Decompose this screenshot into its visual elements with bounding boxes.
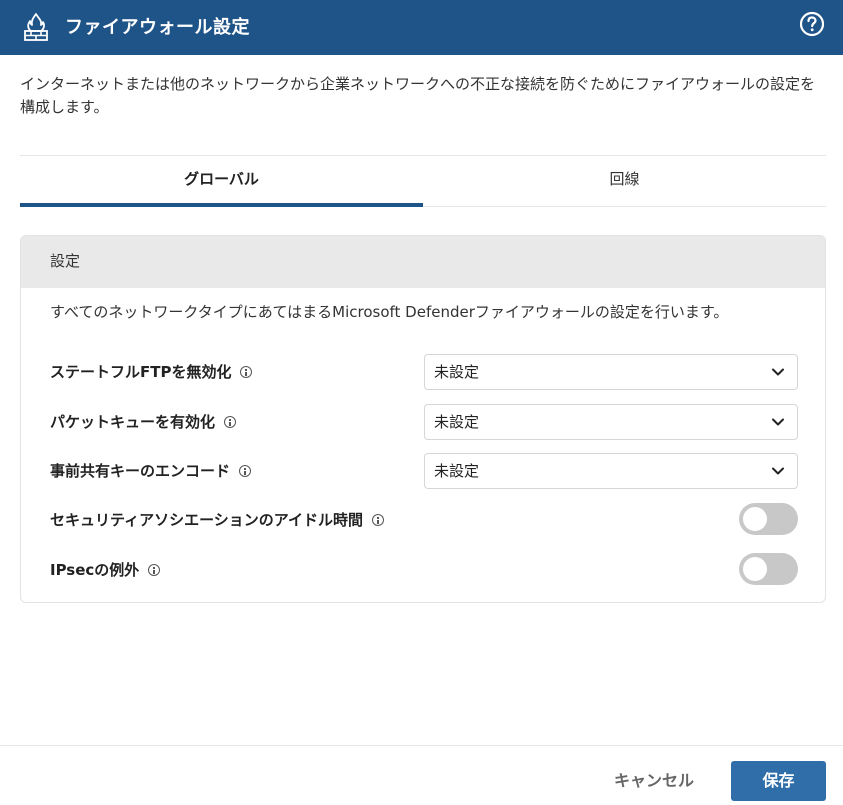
settings-card: 設定 すべてのネットワークタイプにあてはまるMicrosoft Defender… <box>20 235 826 603</box>
tab-global[interactable]: グローバル <box>20 156 423 207</box>
setting-row-ipsec-exceptions: IPsecの例外 <box>21 552 825 588</box>
dialog-title: ファイアウォール設定 <box>65 17 250 38</box>
firewall-icon <box>24 13 48 41</box>
card-title: 設定 <box>21 236 825 288</box>
info-icon[interactable] <box>224 416 237 428</box>
help-icon[interactable] <box>799 11 825 37</box>
setting-label: セキュリティアソシエーションのアイドル時間 <box>50 511 364 529</box>
cancel-button[interactable]: キャンセル <box>600 761 708 801</box>
dialog-header: ファイアウォール設定 <box>0 0 843 55</box>
info-icon[interactable] <box>239 465 252 477</box>
setting-row-preshared-key-encoding: 事前共有キーのエンコード 未設定 <box>21 453 825 489</box>
packet-queue-select[interactable]: 未設定 <box>424 404 798 440</box>
chevron-down-icon <box>772 418 784 426</box>
setting-label: パケットキューを有効化 <box>50 413 216 431</box>
dialog-footer: キャンセル 保存 <box>0 745 843 805</box>
setting-label: ステートフルFTPを無効化 <box>50 363 232 381</box>
save-button[interactable]: 保存 <box>731 761 826 801</box>
info-icon[interactable] <box>240 366 253 378</box>
setting-row-packet-queue: パケットキューを有効化 未設定 <box>21 404 825 440</box>
select-value: 未設定 <box>434 363 480 381</box>
firewall-settings-dialog: ファイアウォール設定 インターネットまたは他のネットワークから企業ネットワークへ… <box>0 0 843 805</box>
select-value: 未設定 <box>434 462 480 480</box>
info-icon[interactable] <box>148 564 161 576</box>
sa-idle-time-toggle[interactable] <box>739 503 798 535</box>
chevron-down-icon <box>772 368 784 376</box>
ipsec-exceptions-toggle[interactable] <box>739 553 798 585</box>
card-description: すべてのネットワークタイプにあてはまるMicrosoft Defenderファイ… <box>50 303 729 321</box>
tab-bar: グローバル 回線 <box>20 155 826 207</box>
chevron-down-icon <box>772 467 784 475</box>
toggle-knob <box>743 507 767 531</box>
setting-row-stateful-ftp: ステートフルFTPを無効化 未設定 <box>21 354 825 390</box>
setting-row-sa-idle-time: セキュリティアソシエーションのアイドル時間 <box>21 502 825 538</box>
preshared-key-encoding-select[interactable]: 未設定 <box>424 453 798 489</box>
tab-line[interactable]: 回線 <box>423 156 826 206</box>
toggle-knob <box>743 557 767 581</box>
stateful-ftp-select[interactable]: 未設定 <box>424 354 798 390</box>
setting-label: IPsecの例外 <box>50 561 140 579</box>
dialog-description: インターネットまたは他のネットワークから企業ネットワークへの不正な接続を防ぐため… <box>20 75 816 116</box>
setting-label: 事前共有キーのエンコード <box>50 462 231 480</box>
select-value: 未設定 <box>434 413 480 431</box>
info-icon[interactable] <box>372 514 385 526</box>
